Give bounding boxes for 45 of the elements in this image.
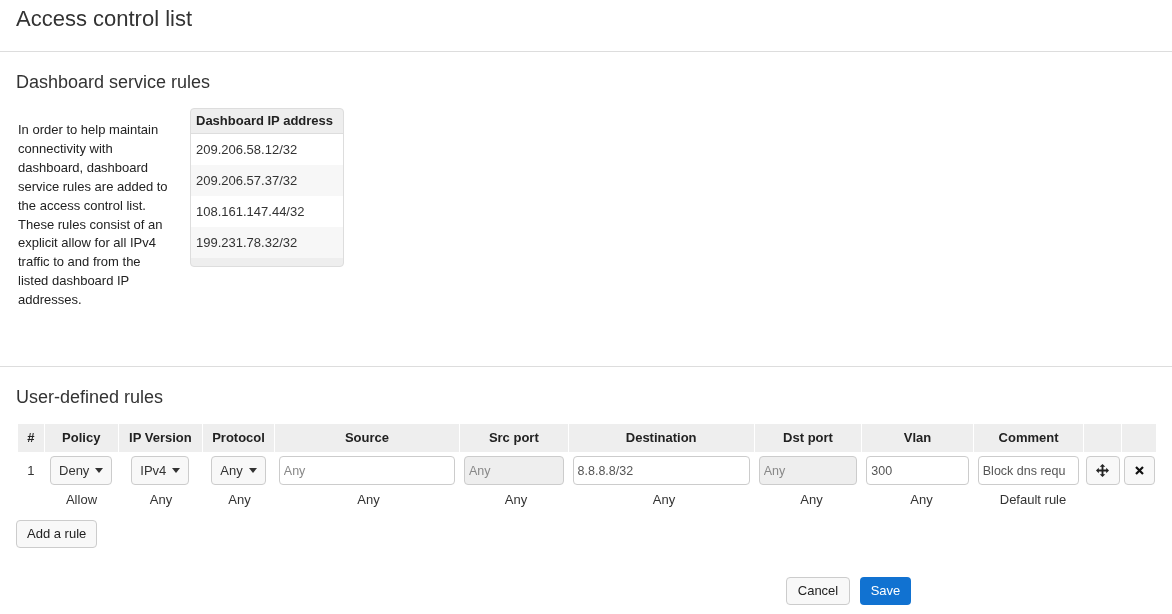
caret-icon: [172, 468, 181, 473]
column-header: Destination: [568, 424, 754, 452]
table-cell: 199.231.78.32/32: [191, 227, 343, 258]
default-rule-text: Any: [652, 491, 676, 510]
column-header: Vlan: [862, 424, 973, 452]
input-field[interactable]: Any: [278, 456, 455, 485]
section-title: Dashboard service rules: [16, 71, 212, 94]
default-rule-text: Any: [800, 491, 823, 510]
column-header: Comment: [973, 424, 1084, 452]
input-field[interactable]: 8.8.8.8/32: [572, 456, 750, 485]
table-cell: 108.161.147.44/32: [191, 196, 343, 227]
column-header: Source: [274, 424, 460, 452]
delete-button[interactable]: [1123, 456, 1155, 485]
column-header: Src port: [460, 424, 568, 452]
page-title: Access control list: [16, 5, 194, 33]
policy-dropdown[interactable]: Deny: [50, 456, 113, 485]
column-header: IP Version: [118, 424, 203, 452]
input-field[interactable]: 300: [866, 456, 969, 485]
input-field[interactable]: Block dns requ: [977, 456, 1080, 485]
column-header: Policy: [44, 424, 118, 452]
caret-icon: [95, 468, 104, 473]
row-number: 1: [27, 461, 35, 480]
default-rule-text: Default rule: [999, 491, 1067, 510]
add-rule-button[interactable]: Add a rule: [16, 520, 98, 548]
default-rule-text: Any: [504, 491, 528, 510]
default-rule-text: Any: [357, 491, 380, 510]
description-text: In order to help maintain connectivity with dashboard, dashboard service rules are added to the access control list. These rules consist of an explicit allow for all IPv4 traffic to and from the listed dashboard IP addresses.: [18, 121, 169, 310]
column-header: Protocol: [203, 424, 274, 452]
table-cell: 209.206.58.12/32: [191, 134, 343, 165]
caret-icon: [248, 468, 257, 473]
default-rule-text: Any: [228, 491, 251, 510]
save-button[interactable]: Save: [860, 577, 911, 605]
column-header: Dst port: [754, 424, 862, 452]
section-title: User-defined rules: [16, 386, 165, 409]
move-button[interactable]: [1085, 456, 1120, 485]
cancel-button[interactable]: Cancel: [786, 577, 850, 605]
policy-dropdown[interactable]: Any: [211, 456, 266, 485]
move-icon: [1096, 464, 1110, 477]
close-icon: [1134, 466, 1144, 475]
column-header: #: [18, 424, 44, 452]
table-cell: 209.206.57.37/32: [191, 165, 343, 196]
default-rule-text: Allow: [65, 491, 98, 510]
policy-dropdown[interactable]: IPv4: [131, 456, 190, 485]
default-rule-text: Any: [910, 491, 933, 510]
default-rule-text: Any: [149, 491, 173, 510]
